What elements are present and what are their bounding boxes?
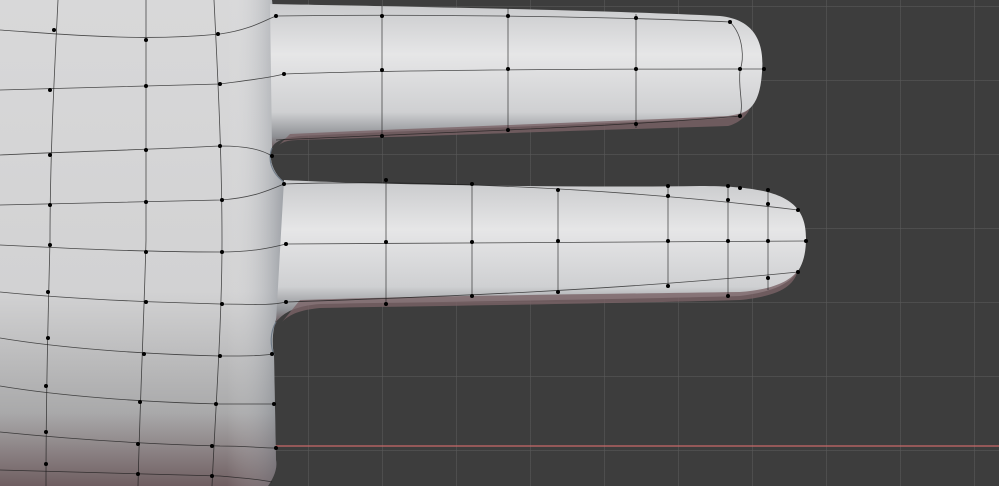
vertex[interactable]	[220, 302, 224, 306]
vertex[interactable]	[214, 402, 218, 406]
vertex[interactable]	[52, 28, 56, 32]
vertex[interactable]	[380, 68, 384, 72]
vertex[interactable]	[766, 276, 770, 280]
vertex[interactable]	[380, 14, 384, 18]
vertex[interactable]	[556, 290, 560, 294]
vertex[interactable]	[506, 14, 510, 18]
vertex[interactable]	[144, 38, 148, 42]
vertex[interactable]	[284, 242, 288, 246]
vertex[interactable]	[804, 239, 808, 243]
vertex[interactable]	[216, 32, 220, 36]
vertex[interactable]	[634, 67, 638, 71]
vertex[interactable]	[556, 188, 560, 192]
vertex[interactable]	[766, 239, 770, 243]
vertex[interactable]	[738, 67, 742, 71]
vertex[interactable]	[634, 16, 638, 20]
vertex[interactable]	[210, 444, 214, 448]
palm-side-shading	[0, 0, 284, 486]
vertex[interactable]	[48, 203, 52, 207]
vertex[interactable]	[380, 134, 384, 138]
vertex[interactable]	[726, 239, 730, 243]
vertex[interactable]	[384, 178, 388, 182]
vertex[interactable]	[470, 240, 474, 244]
vertex[interactable]	[144, 84, 148, 88]
vertex[interactable]	[666, 284, 670, 288]
vertex[interactable]	[728, 20, 732, 24]
vertex[interactable]	[666, 239, 670, 243]
vertex[interactable]	[384, 302, 388, 306]
vertex[interactable]	[282, 72, 286, 76]
vertex[interactable]	[218, 354, 222, 358]
vertex[interactable]	[142, 352, 146, 356]
vertex[interactable]	[44, 430, 48, 434]
vertex[interactable]	[766, 202, 770, 206]
vertex[interactable]	[738, 186, 742, 190]
3d-viewport[interactable]	[0, 0, 999, 486]
vertex[interactable]	[796, 208, 800, 212]
vertex[interactable]	[506, 128, 510, 132]
vertex[interactable]	[46, 290, 50, 294]
vertex[interactable]	[144, 200, 148, 204]
vertex[interactable]	[556, 239, 560, 243]
vertex[interactable]	[470, 294, 474, 298]
vertex[interactable]	[666, 194, 670, 198]
vertex[interactable]	[144, 148, 148, 152]
vertex[interactable]	[762, 67, 766, 71]
vertex[interactable]	[48, 243, 52, 247]
vertex[interactable]	[270, 154, 274, 158]
vertex[interactable]	[144, 250, 148, 254]
vertex[interactable]	[270, 352, 274, 356]
vertex[interactable]	[138, 400, 142, 404]
vertex[interactable]	[726, 184, 730, 188]
vertex[interactable]	[634, 122, 638, 126]
vertex[interactable]	[220, 198, 224, 202]
vertex[interactable]	[210, 474, 214, 478]
vertex[interactable]	[726, 294, 730, 298]
vertex[interactable]	[136, 472, 140, 476]
vertex[interactable]	[274, 14, 278, 18]
vertex[interactable]	[44, 462, 48, 466]
vertex[interactable]	[136, 442, 140, 446]
vertex[interactable]	[766, 188, 770, 192]
vertex[interactable]	[48, 88, 52, 92]
vertex[interactable]	[282, 182, 286, 186]
vertex[interactable]	[144, 300, 148, 304]
vertex[interactable]	[218, 144, 222, 148]
vertex[interactable]	[284, 300, 288, 304]
vertex[interactable]	[384, 240, 388, 244]
vertex[interactable]	[666, 184, 670, 188]
vertex[interactable]	[48, 153, 52, 157]
mesh-scene[interactable]	[0, 0, 999, 486]
vertex[interactable]	[44, 384, 48, 388]
vertex[interactable]	[220, 250, 224, 254]
vertex[interactable]	[46, 336, 50, 340]
vertex[interactable]	[796, 270, 800, 274]
vertex[interactable]	[218, 82, 222, 86]
vertex[interactable]	[506, 67, 510, 71]
vertex[interactable]	[470, 182, 474, 186]
vertex[interactable]	[726, 198, 730, 202]
vertex[interactable]	[272, 402, 276, 406]
vertex[interactable]	[274, 446, 278, 450]
vertex[interactable]	[738, 114, 742, 118]
